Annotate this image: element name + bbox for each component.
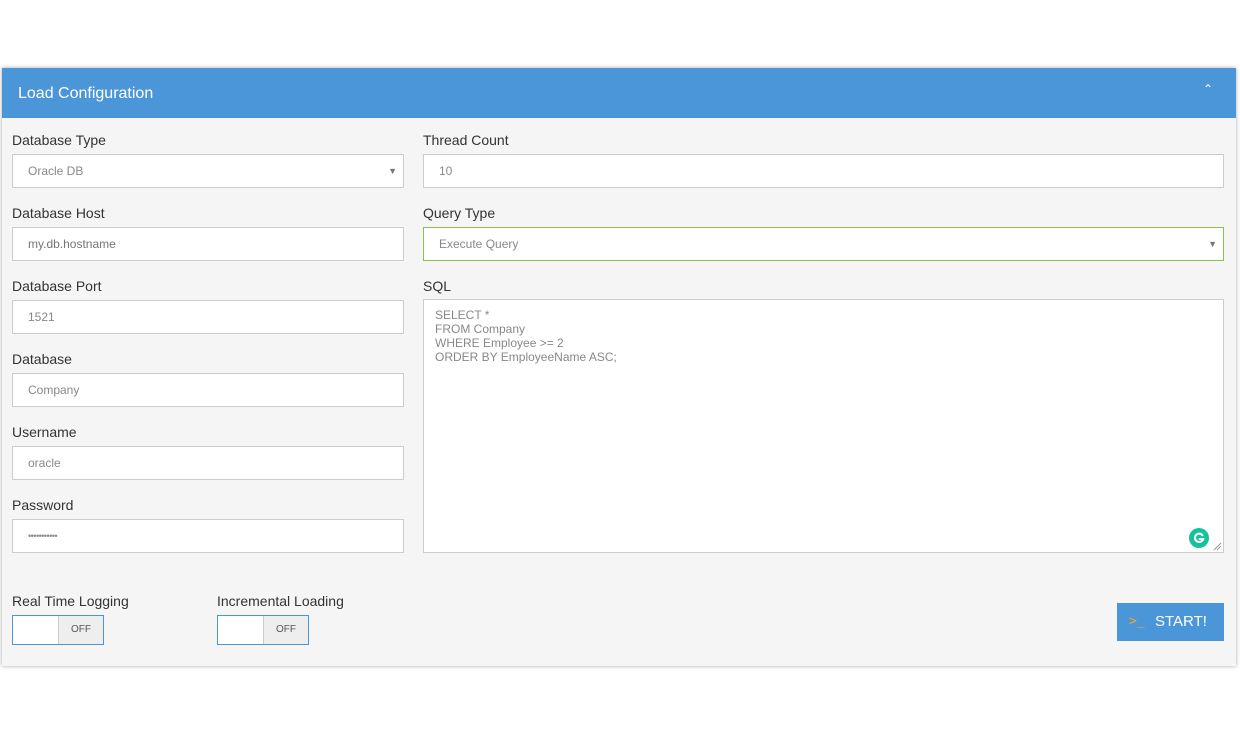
thread-count-input[interactable]: 10 <box>423 154 1224 188</box>
database-port-value: 1521 <box>28 310 55 324</box>
database-type-value: Oracle DB <box>28 164 84 178</box>
query-type-value: Execute Query <box>439 237 519 251</box>
database-label: Database <box>12 351 72 367</box>
start-button-label: START! <box>1155 613 1207 630</box>
real-time-logging-label: Real Time Logging <box>12 593 129 609</box>
query-type-select[interactable]: Execute Query ▼ <box>423 227 1224 261</box>
chevron-up-icon[interactable]: ⌃ <box>1200 82 1216 102</box>
sql-line: ORDER BY EmployeeName ASC; <box>435 350 617 364</box>
resize-handle-icon[interactable] <box>1213 542 1222 551</box>
sql-textarea[interactable]: SELECT * FROM Company WHERE Employee >= … <box>423 299 1224 553</box>
database-port-input[interactable]: 1521 <box>12 300 404 334</box>
panel-title: Load Configuration <box>18 85 154 102</box>
toggle-handle <box>13 616 58 644</box>
thread-count-label: Thread Count <box>423 132 509 148</box>
username-input[interactable]: oracle <box>12 446 404 480</box>
caret-down-icon: ▼ <box>1208 239 1217 249</box>
password-value: ••••••••••• <box>28 531 58 541</box>
toggle-state: OFF <box>58 616 103 644</box>
sql-line: WHERE Employee >= 2 <box>435 336 564 350</box>
start-button[interactable]: >_ START! <box>1117 603 1224 641</box>
thread-count-value: 10 <box>439 164 453 178</box>
database-host-label: Database Host <box>12 205 105 221</box>
load-configuration-panel: Load Configuration ⌃ Database Type Oracl… <box>2 68 1236 666</box>
sql-line: FROM Company <box>435 322 526 336</box>
database-type-select[interactable]: Oracle DB ▼ <box>12 154 404 188</box>
username-label: Username <box>12 424 77 440</box>
password-input[interactable]: ••••••••••• <box>12 519 404 553</box>
sql-label: SQL <box>423 278 452 294</box>
database-type-label: Database Type <box>12 132 106 148</box>
database-port-label: Database Port <box>12 278 102 294</box>
username-value: oracle <box>28 456 61 470</box>
incremental-loading-toggle[interactable]: OFF <box>217 615 309 645</box>
password-label: Password <box>12 497 74 513</box>
real-time-logging-toggle[interactable]: OFF <box>12 615 104 645</box>
database-host-input[interactable] <box>12 227 404 261</box>
database-input[interactable]: Company <box>12 373 404 407</box>
grammarly-icon[interactable] <box>1189 528 1209 548</box>
toggle-handle <box>218 616 263 644</box>
panel-header[interactable]: Load Configuration ⌃ <box>2 68 1236 118</box>
query-type-label: Query Type <box>423 205 496 221</box>
terminal-icon: >_ <box>1129 614 1145 629</box>
database-value: Company <box>28 383 80 397</box>
caret-down-icon: ▼ <box>388 166 397 176</box>
sql-line: SELECT * <box>435 308 490 322</box>
toggle-state: OFF <box>263 616 308 644</box>
incremental-loading-label: Incremental Loading <box>217 593 344 609</box>
